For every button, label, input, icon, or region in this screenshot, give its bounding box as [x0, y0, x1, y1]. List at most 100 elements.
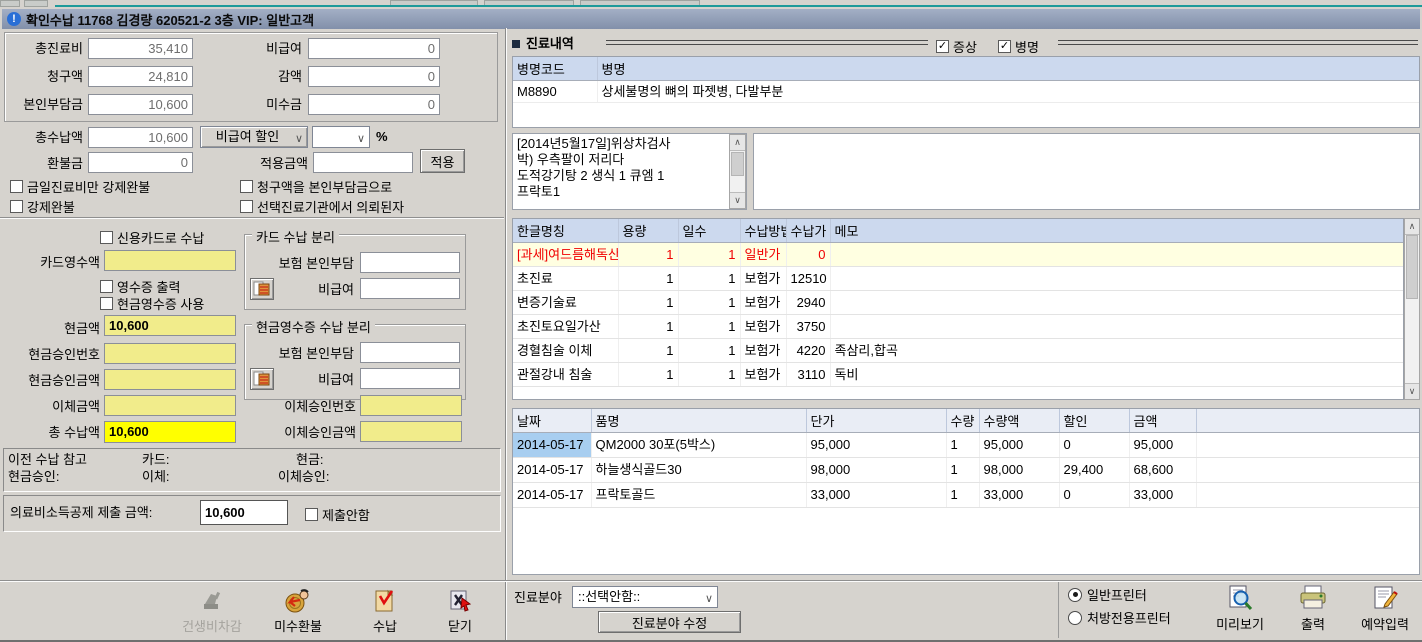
scrollbar-thumb[interactable] — [1406, 235, 1418, 299]
checkbox-no-submit[interactable]: 제출안함 — [305, 505, 370, 524]
discount-type-combo[interactable]: 비급여 할인∨ — [200, 126, 308, 148]
cash-amount-field[interactable]: 10,600 — [104, 315, 236, 336]
transfer-approval-amt-field[interactable] — [360, 421, 462, 442]
apply-button[interactable]: 적용 — [420, 149, 465, 173]
medical-item-row[interactable]: [과세]여드름해독산 1 1 일반가 0 — [513, 243, 1403, 267]
discount-percent-combo[interactable]: ∨ — [312, 126, 370, 148]
apply-amount-field[interactable] — [313, 152, 413, 173]
product-unit-cell: 98,000 — [806, 458, 946, 483]
receive-payment-button[interactable]: 수납 — [345, 588, 425, 635]
cash-calc-button[interactable] — [250, 368, 274, 390]
summary-value-field[interactable]: 0 — [308, 94, 440, 115]
total-receipt-field[interactable]: 10,600 — [88, 127, 193, 148]
product-header-filler — [1196, 409, 1419, 433]
chevron-down-icon: ∨ — [705, 589, 713, 609]
summary-value-field[interactable]: 10,600 — [88, 94, 193, 115]
radio-normal-printer[interactable]: 일반프린터 — [1068, 585, 1147, 604]
checkbox-box — [100, 297, 113, 310]
close-button[interactable]: 닫기 — [420, 588, 500, 635]
scroll-up-icon[interactable]: ∧ — [730, 135, 745, 151]
transfer-amount-field[interactable] — [104, 395, 236, 416]
medical-item-row[interactable]: 초진료 1 1 보험가 12510 — [513, 267, 1403, 291]
medical-qty-cell: 1 — [618, 291, 678, 315]
medical-header-row: 한글명칭 용량 일수 수납방법 수납가 메모 — [513, 219, 1403, 243]
checkbox-box — [100, 231, 113, 244]
checkbox-disease[interactable]: ✓병명 — [998, 37, 1039, 56]
cash-nonins-label: 비급여 — [280, 372, 354, 387]
preview-magnifier-icon — [1226, 584, 1254, 612]
radio-prescription-printer[interactable]: 처방전용프린터 — [1068, 608, 1171, 627]
memo-scrollbar[interactable]: ∧ ∨ — [729, 134, 746, 209]
product-row[interactable]: 2014-05-17 프락토골드 33,000 1 33,000 0 33,00… — [513, 483, 1419, 508]
checkbox-symptom[interactable]: ✓증상 — [936, 37, 977, 56]
card-calc-button[interactable] — [250, 278, 274, 300]
deduction-amount-field[interactable]: 10,600 — [200, 500, 288, 525]
card-amount-field[interactable] — [104, 250, 236, 271]
background-window-fragment — [0, 0, 20, 7]
cash-approval-no-field[interactable] — [104, 343, 236, 364]
scroll-down-icon[interactable]: ∨ — [1405, 383, 1419, 399]
print-button[interactable]: 출력 — [1283, 584, 1343, 633]
product-name-cell: 프락토골드 — [591, 483, 806, 508]
medical-method-cell: 보험가 — [740, 339, 786, 363]
scrollbar-thumb[interactable] — [731, 152, 744, 176]
diagnosis-header-code: 병명코드 — [513, 57, 597, 81]
medical-method-cell: 보험가 — [740, 267, 786, 291]
summary-value-field[interactable]: 35,410 — [88, 38, 193, 59]
checkbox-today-force[interactable]: 금일진료비만 강제완불 — [10, 177, 150, 196]
product-table-box: 날짜 품명 단가 수량 수량액 할인 금액 2014-05-17 QM2000 … — [512, 408, 1420, 575]
diagnosis-row[interactable]: M8890 상세불명의 뼈의 파젯병, 다발부분 — [513, 81, 1419, 103]
transfer-approval-no-field[interactable] — [360, 395, 462, 416]
medical-table-scrollbar[interactable]: ∧ ∨ — [1404, 218, 1420, 400]
medical-item-row[interactable]: 관절강내 침술 1 1 보험가 3110 독비 — [513, 363, 1403, 387]
product-name-cell: QM2000 30포(5박스) — [591, 433, 806, 458]
product-unit-cell: 95,000 — [806, 433, 946, 458]
checkbox-claim-to-copay[interactable]: 청구액을 본인부담금으로 — [240, 177, 392, 196]
product-row[interactable]: 2014-05-17 하늘생식골드30 98,000 1 98,000 29,4… — [513, 458, 1419, 483]
medical-name-cell: 경혈침술 이체 — [513, 339, 618, 363]
medical-qty-cell: 1 — [618, 363, 678, 387]
section-title: 진료내역 — [512, 36, 574, 51]
checkbox-box: ✓ — [936, 40, 949, 53]
summary-value-field[interactable]: 0 — [308, 66, 440, 87]
scroll-up-icon[interactable]: ∧ — [1405, 219, 1419, 235]
checkbox-referred[interactable]: 선택진료기관에서 의뢰된자 — [240, 197, 404, 216]
medical-item-row[interactable]: 변증기술료 1 1 보험가 2940 — [513, 291, 1403, 315]
checkbox-force-full[interactable]: 강제완불 — [10, 197, 75, 216]
product-filler-cell — [1196, 483, 1419, 508]
refund-button[interactable]: 미수환불 — [258, 588, 338, 635]
product-total-cell: 68,600 — [1129, 458, 1196, 483]
product-qty-cell: 1 — [946, 433, 979, 458]
grand-total-field[interactable]: 10,600 — [104, 421, 236, 443]
card-ins-label: 보험 본인부담 — [250, 256, 354, 271]
medical-method-cell: 보험가 — [740, 315, 786, 339]
cash-ins-field[interactable] — [360, 342, 460, 363]
reserve-edit-icon — [1371, 584, 1399, 612]
edit-field-button[interactable]: 진료분야 수정 — [598, 611, 741, 633]
summary-value-field[interactable]: 24,810 — [88, 66, 193, 87]
symptom-memo-textarea[interactable]: [2014년5월17일]위상차검사 박) 우측팔이 저리다 도적강기탕 2 생식… — [512, 133, 747, 210]
footer-vertical-divider — [1058, 582, 1059, 638]
card-ins-field[interactable] — [360, 252, 460, 273]
medical-name-cell: 초진토요일가산 — [513, 315, 618, 339]
checkbox-credit-card[interactable]: 신용카드로 수납 — [100, 228, 204, 247]
medical-item-row[interactable]: 경혈침술 이체 1 1 보험가 4220 족삼리,합곡 — [513, 339, 1403, 363]
card-nonins-field[interactable] — [360, 278, 460, 299]
field-category-combo[interactable]: ::선택안함::∨ — [572, 586, 718, 608]
square-bullet-icon — [512, 40, 520, 48]
radio-ring — [1068, 588, 1082, 602]
preview-button[interactable]: 미리보기 — [1205, 584, 1275, 633]
cash-nonins-field[interactable] — [360, 368, 460, 389]
medical-item-row[interactable]: 초진토요일가산 1 1 보험가 3750 — [513, 315, 1403, 339]
cash-approval-amt-field[interactable] — [104, 369, 236, 390]
reservation-entry-button[interactable]: 예약입력 — [1350, 584, 1420, 633]
summary-value-field[interactable]: 0 — [308, 38, 440, 59]
radio-dot — [1073, 592, 1078, 597]
product-date-cell: 2014-05-17 — [513, 483, 591, 508]
checkbox-cash-receipt[interactable]: 현금영수증 사용 — [100, 294, 204, 313]
medical-items-table-box: 한글명칭 용량 일수 수납방법 수납가 메모 [과세]여드름해독산 1 1 일반… — [512, 218, 1404, 400]
product-row[interactable]: 2014-05-17 QM2000 30포(5박스) 95,000 1 95,0… — [513, 433, 1419, 458]
memo-secondary-box[interactable] — [753, 133, 1420, 210]
scroll-down-icon[interactable]: ∨ — [730, 192, 745, 208]
refund-field[interactable]: 0 — [88, 152, 193, 173]
